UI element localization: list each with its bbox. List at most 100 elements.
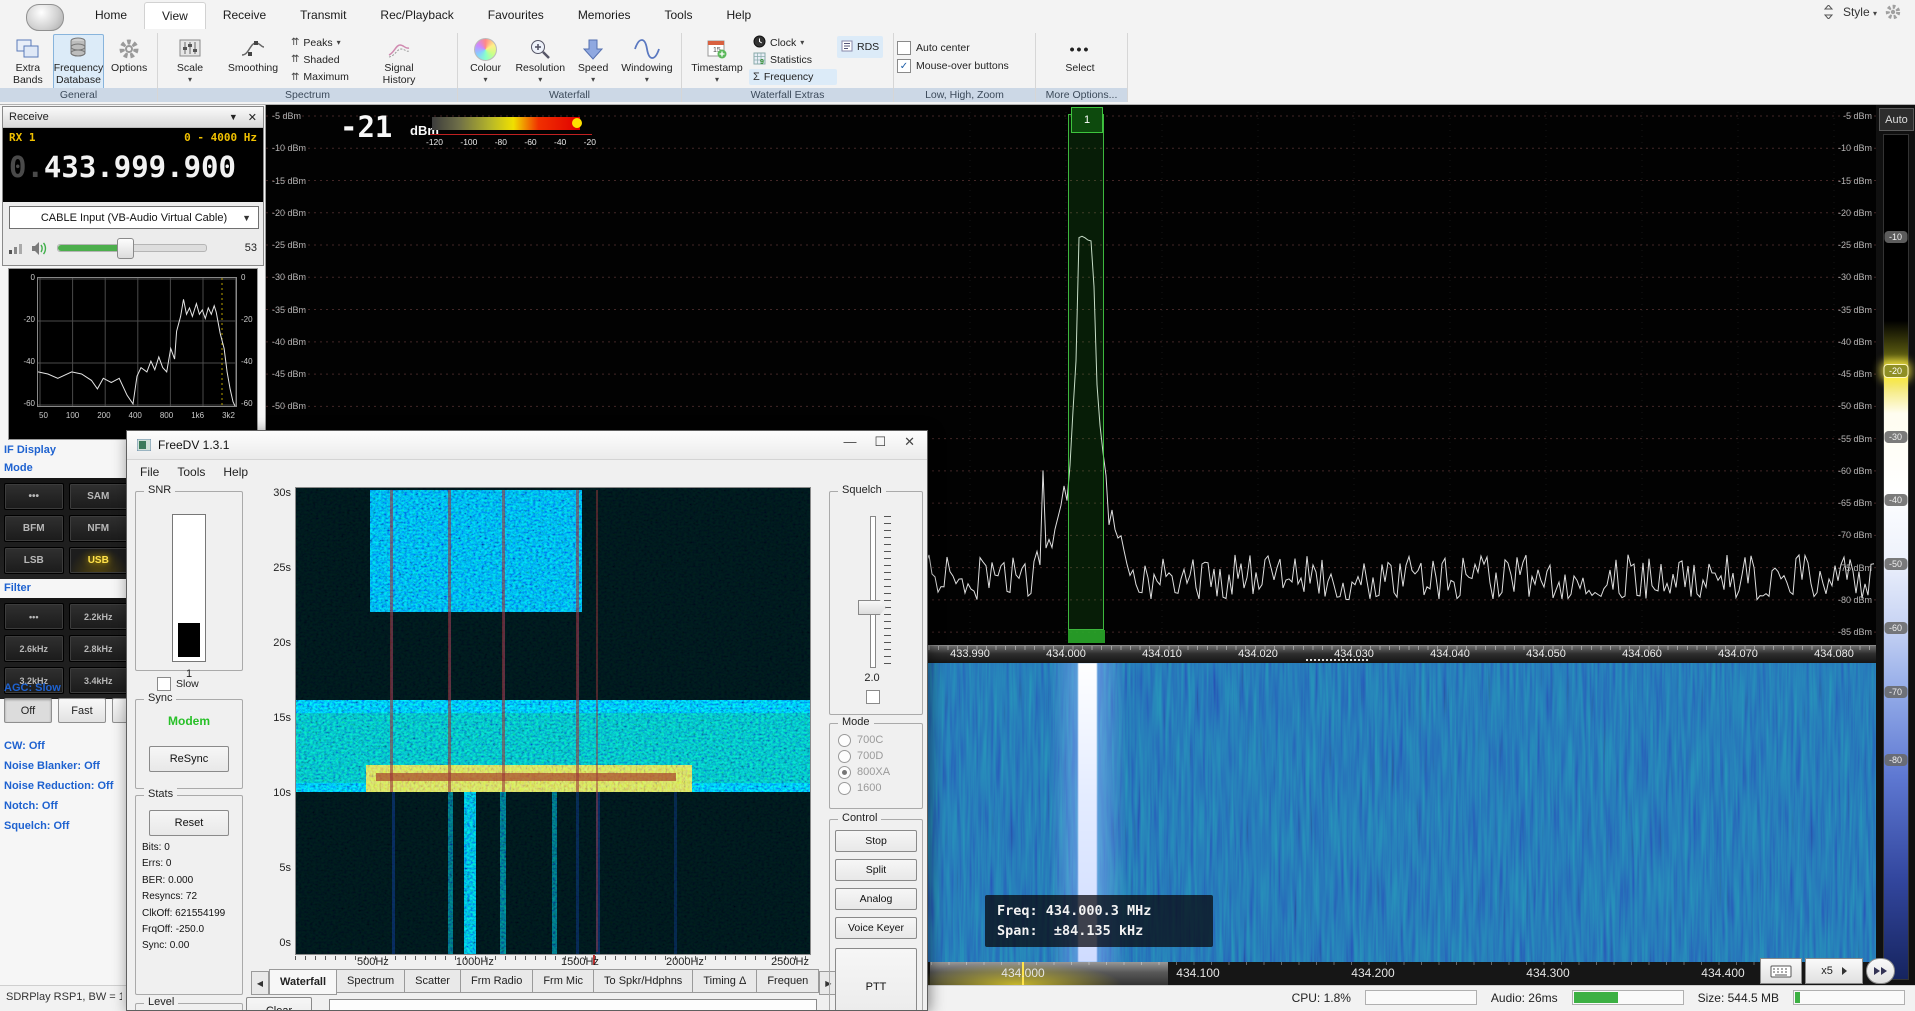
extra-bands-button[interactable]: Extra Bands [3,34,53,90]
freedv-window[interactable]: FreeDV 1.3.1 — ☐ ✕ FileToolsHelp SNR 1 S… [126,430,928,1011]
freedv-menu[interactable]: Tools [168,465,214,479]
squelch-slider-thumb[interactable] [858,600,886,615]
freedv-menu[interactable]: File [131,465,168,479]
ribbon-checkbox[interactable]: Auto center [897,39,1032,57]
frequency-database-button[interactable]: Frequency Database [53,34,105,90]
minimize-icon[interactable]: — [843,434,856,450]
app-orb-button[interactable] [26,4,64,31]
rail-tick-pill[interactable]: -10 [1884,231,1907,243]
mode-button[interactable]: LSB [4,547,64,574]
freedv-tab[interactable]: To Spkr/Hdphns [594,969,693,993]
rds-button[interactable]: RDS [837,36,883,58]
tuned-frequency[interactable]: 0.433.999.900 [9,150,257,184]
frequency-tick-label[interactable]: 434.000 [1031,648,1101,660]
scale-button[interactable]: Scale▾ [161,34,219,90]
freedv-tab[interactable]: Timing Δ [693,969,757,993]
waterfall-tick-label[interactable]: 434.000 [983,966,1063,980]
collapse-ribbon-icon[interactable] [1822,5,1835,19]
chevron-down-icon[interactable]: ▼ [229,112,238,122]
frequency-lcd[interactable]: RX 1 0 - 4000 Hz 0.433.999.900 [3,128,263,202]
menu-tab[interactable]: Help [710,2,769,29]
rail-tick-pill[interactable]: -40 [1884,494,1907,506]
freedv-tab[interactable]: Frm Radio [461,969,533,993]
select-button[interactable]: ••• Select [1039,34,1121,90]
zoom-x5-button[interactable]: x5 [1805,958,1863,984]
mode-button[interactable]: NFM [69,515,129,542]
mode-radio[interactable]: 700D [838,748,890,764]
frequency-tick-label[interactable]: 434.080 [1799,648,1869,660]
frequency-tick-label[interactable]: 434.020 [1223,648,1293,660]
waterfall-tick-label[interactable]: 434.400 [1683,966,1763,980]
mode-button[interactable]: ••• [4,483,64,510]
agc-button[interactable]: Fast [58,698,106,723]
rail-tick-pill[interactable]: -70 [1884,686,1907,698]
spectrum-row-item[interactable]: ⇈Maximum [287,69,373,85]
resync-button[interactable]: ReSync [149,746,229,772]
channel-badge[interactable]: 1 [1071,107,1103,133]
rail-tick-pill[interactable]: -50 [1884,558,1907,570]
filter-button[interactable]: ••• [4,603,64,630]
ribbon-checkbox[interactable]: Mouse-over buttons [897,57,1032,75]
statistics-button[interactable]: 9 Statistics [749,52,837,68]
options-button[interactable]: Options [104,34,154,90]
rail-tick-pill[interactable]: -80 [1884,754,1907,766]
waterfall-tick-label[interactable]: 434.200 [1333,966,1413,980]
mode-radio[interactable]: 700C [838,732,890,748]
menu-tab[interactable]: Receive [206,2,283,29]
menu-tab[interactable]: Memories [561,2,648,29]
smoothing-button[interactable]: Smoothing [219,34,287,90]
squelch-checkbox[interactable] [866,690,880,704]
filter-button[interactable]: 2.8kHz [69,635,129,662]
filter-button[interactable]: 2.2kHz [69,603,129,630]
windowing-button[interactable]: Windowing▾ [616,34,678,90]
squelch-slider-track[interactable] [870,516,876,668]
freedv-waterfall-plot[interactable] [295,487,811,955]
menu-tab[interactable]: Tools [648,2,710,29]
mode-radio[interactable]: 1600 [838,780,890,796]
frequency-button[interactable]: Σ Frequency [749,69,837,85]
mode-button[interactable]: BFM [4,515,64,542]
colour-button[interactable]: Colour▾ [461,34,510,90]
menu-tab[interactable]: View [144,2,206,29]
resolution-button[interactable]: Resolution▾ [510,34,570,90]
fast-forward-button[interactable] [1866,958,1895,984]
control-button[interactable]: Voice Keyer [835,917,917,939]
filter-button[interactable]: 3.4kHz [69,667,129,694]
menu-tab[interactable]: Rec/Playback [363,2,470,29]
filter-button[interactable]: 2.6kHz [4,635,64,662]
waterfall-tick-label[interactable]: 434.100 [1158,966,1238,980]
control-button[interactable]: Stop [835,830,917,852]
freedv-text-panel[interactable] [329,999,817,1011]
freedv-tab[interactable]: Frequen [757,969,819,993]
mode-radio[interactable]: 800XA [838,764,890,780]
control-button[interactable]: Analog [835,888,917,910]
frequency-tick-label[interactable]: 433.990 [935,648,1005,660]
menu-tab[interactable]: Favourites [471,2,561,29]
maximize-icon[interactable]: ☐ [874,434,886,450]
menu-tab[interactable]: Home [78,2,144,29]
rail-tick-pill[interactable]: -60 [1884,622,1907,634]
close-icon[interactable]: ✕ [248,111,257,124]
snr-slow-checkbox[interactable]: Slow [157,675,199,693]
freedv-tab[interactable]: Frm Mic [533,969,594,993]
mode-button[interactable]: USB [69,547,129,574]
clock-button[interactable]: Clock▾ [749,35,837,51]
freedv-tab[interactable]: Scatter [405,969,461,993]
frequency-tick-label[interactable]: 434.040 [1415,648,1485,660]
receive-header[interactable]: Receive ▼ ✕ [3,107,263,128]
timestamp-button[interactable]: 15 Timestamp▾ [685,34,749,90]
gear-icon[interactable] [1885,4,1901,20]
signal-history-button[interactable]: Signal History [373,34,425,90]
keyboard-button[interactable] [1760,958,1802,984]
reset-button[interactable]: Reset [149,810,229,836]
speed-button[interactable]: Speed▾ [570,34,615,90]
frequency-tick-label[interactable]: 434.010 [1127,648,1197,660]
agc-button[interactable]: Off [4,698,52,723]
rail-tick-pill[interactable]: -30 [1884,431,1907,443]
ptt-button[interactable]: PTT [835,948,917,1011]
frequency-tick-label[interactable]: 434.070 [1703,648,1773,660]
freedv-titlebar[interactable]: FreeDV 1.3.1 — ☐ ✕ [127,431,927,460]
control-button[interactable]: Split [835,859,917,881]
freedv-menu[interactable]: Help [214,465,257,479]
mode-button[interactable]: SAM [69,483,129,510]
